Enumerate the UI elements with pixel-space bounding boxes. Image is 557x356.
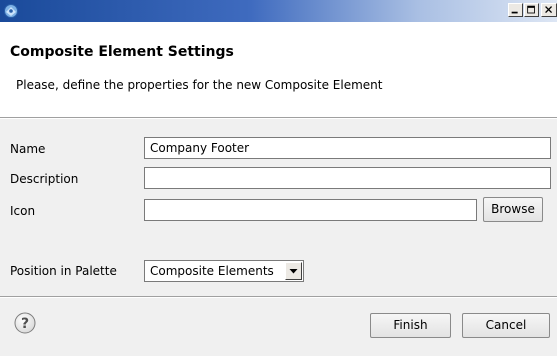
position-select[interactable]: Composite Elements <box>144 260 304 282</box>
help-icon[interactable]: ? <box>14 312 36 334</box>
minimize-icon <box>511 11 518 14</box>
app-icon <box>4 4 18 18</box>
dropdown-button[interactable] <box>285 262 302 280</box>
name-label: Name <box>10 142 46 156</box>
cancel-button[interactable]: Cancel <box>462 313 550 338</box>
chevron-down-icon <box>289 269 298 274</box>
browse-button[interactable]: Browse <box>483 197 543 222</box>
svg-text:?: ? <box>21 316 29 332</box>
dialog-title: Composite Element Settings <box>10 44 234 60</box>
minimize-button[interactable] <box>508 3 523 17</box>
close-icon <box>545 6 553 14</box>
icon-label: Icon <box>10 204 36 218</box>
maximize-button[interactable] <box>524 3 539 17</box>
footer-divider <box>0 296 557 298</box>
header-divider <box>0 117 557 119</box>
description-field[interactable] <box>144 167 551 189</box>
description-label: Description <box>10 172 79 186</box>
dialog-window: Composite Element Settings Please, defin… <box>0 0 557 356</box>
name-field[interactable]: Company Footer <box>144 137 551 159</box>
position-select-value: Composite Elements <box>150 264 274 278</box>
maximize-icon <box>527 5 535 14</box>
close-button[interactable] <box>541 3 557 17</box>
position-label: Position in Palette <box>10 264 117 278</box>
dialog-description: Please, define the properties for the ne… <box>16 78 383 92</box>
finish-button[interactable]: Finish <box>370 313 451 338</box>
dialog-header: Composite Element Settings Please, defin… <box>0 22 557 117</box>
icon-field[interactable] <box>144 199 477 221</box>
title-bar[interactable] <box>0 0 557 22</box>
